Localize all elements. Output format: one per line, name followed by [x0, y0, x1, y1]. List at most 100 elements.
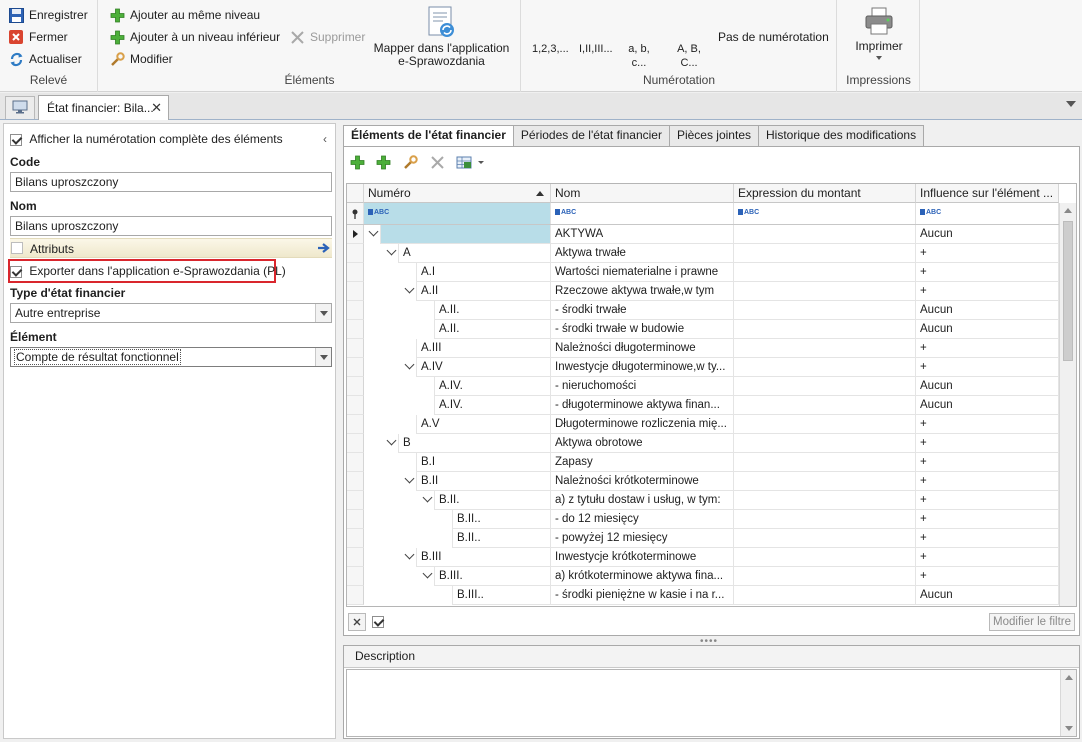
- column-header-expression[interactable]: Expression du montant: [734, 184, 916, 203]
- export-grid-tool[interactable]: [456, 154, 486, 170]
- numbering-uppercase-button[interactable]: A, B, C...: [676, 42, 702, 70]
- row-indicator[interactable]: [347, 491, 364, 510]
- grid-vertical-scrollbar[interactable]: [1059, 203, 1076, 606]
- tab-list-dropdown-icon[interactable]: [1066, 101, 1076, 107]
- tree-row[interactable]: B.III.. - środki pieniężne w kasie i na r…: [347, 586, 1059, 605]
- close-tab-icon[interactable]: ✕: [151, 100, 162, 116]
- expand-chevron-icon[interactable]: [404, 283, 415, 294]
- save-button[interactable]: Enregistrer: [8, 5, 88, 25]
- row-indicator[interactable]: [347, 339, 364, 358]
- tree-row[interactable]: A.V Długoterminowe rozliczenia mię... +: [347, 415, 1059, 434]
- tree-row[interactable]: A Aktywa trwałe +: [347, 244, 1059, 263]
- row-indicator[interactable]: [347, 244, 364, 263]
- tree-row[interactable]: A.II. - środki trwałe Aucun: [347, 301, 1059, 320]
- tree-row[interactable]: B.I Zapasy +: [347, 453, 1059, 472]
- tree-row[interactable]: B.II.. - do 12 miesięcy +: [347, 510, 1059, 529]
- tab-periods[interactable]: Périodes de l'état financier: [512, 125, 670, 146]
- export-esprawozdania-checkbox[interactable]: [10, 265, 22, 278]
- add-lower-level-tool[interactable]: [375, 154, 391, 170]
- show-full-numbering-row[interactable]: Afficher la numérotation complète des él…: [10, 132, 283, 146]
- modify-filter-button[interactable]: Modifier le filtre: [989, 613, 1075, 631]
- show-full-numbering-checkbox[interactable]: [10, 133, 22, 146]
- tree-row[interactable]: B.II Należności krótkoterminowe +: [347, 472, 1059, 491]
- expand-chevron-icon[interactable]: [368, 226, 379, 237]
- row-indicator[interactable]: [347, 320, 364, 339]
- scroll-up-icon[interactable]: [1065, 675, 1073, 680]
- print-button[interactable]: Imprimer: [844, 6, 914, 60]
- tree-row[interactable]: B.III. a) krótkoterminowe aktywa fina... +: [347, 567, 1059, 586]
- close-button[interactable]: Fermer: [8, 27, 68, 47]
- column-header-numero[interactable]: Numéro: [364, 184, 551, 203]
- map-esprawozdania-button[interactable]: Mapper dans l'application e-Sprawozdania: [369, 6, 514, 68]
- name-field[interactable]: Bilans uproszczony: [10, 216, 332, 236]
- tree-row[interactable]: B Aktywa obrotowe +: [347, 434, 1059, 453]
- element-select[interactable]: Compte de résultat fonctionnel: [10, 347, 332, 367]
- tree-row[interactable]: A.II Rzeczowe aktywa trwałe,w tym +: [347, 282, 1059, 301]
- filter-nom[interactable]: ABC: [551, 203, 734, 224]
- row-indicator[interactable]: [347, 396, 364, 415]
- tree-row[interactable]: A.II. - środki trwałe w budowie Aucun: [347, 320, 1059, 339]
- numbering-lowercase-button[interactable]: a, b, c...: [626, 42, 652, 70]
- scroll-thumb[interactable]: [1063, 221, 1073, 361]
- add-lower-level-button[interactable]: Ajouter à un niveau inférieur: [109, 27, 280, 47]
- row-indicator[interactable]: [347, 225, 364, 244]
- collapse-panel-icon[interactable]: ‹: [323, 132, 327, 146]
- code-field[interactable]: Bilans uproszczony: [10, 172, 332, 192]
- tree-row[interactable]: A.IV. - długoterminowe aktywa finan... Auc…: [347, 396, 1059, 415]
- column-header-nom[interactable]: Nom: [551, 184, 734, 203]
- expand-chevron-icon[interactable]: [386, 435, 397, 446]
- chevron-down-icon[interactable]: [315, 304, 331, 322]
- row-indicator[interactable]: [347, 548, 364, 567]
- scroll-down-icon[interactable]: [1065, 726, 1073, 731]
- tab-attachments[interactable]: Pièces jointes: [668, 125, 759, 146]
- tree-row[interactable]: A.III Należności długoterminowe +: [347, 339, 1059, 358]
- row-indicator[interactable]: [347, 567, 364, 586]
- arrow-right-icon[interactable]: [317, 241, 331, 258]
- expand-chevron-icon[interactable]: [386, 245, 397, 256]
- row-indicator[interactable]: [347, 434, 364, 453]
- row-indicator[interactable]: [347, 358, 364, 377]
- modify-tool[interactable]: [402, 154, 418, 170]
- add-same-level-button[interactable]: Ajouter au même niveau: [109, 5, 260, 25]
- add-same-level-tool[interactable]: [349, 154, 365, 170]
- row-indicator[interactable]: [347, 453, 364, 472]
- row-indicator[interactable]: [347, 377, 364, 396]
- row-indicator[interactable]: [347, 586, 364, 605]
- expand-chevron-icon[interactable]: [422, 568, 433, 579]
- tree-row[interactable]: A.IV. - nieruchomości Aucun: [347, 377, 1059, 396]
- row-indicator[interactable]: [347, 472, 364, 491]
- tab-elements[interactable]: Éléments de l'état financier: [343, 125, 514, 147]
- attributes-bar[interactable]: Attributs: [10, 238, 332, 258]
- tree-row[interactable]: A.IV Inwestycje długoterminowe,w ty... +: [347, 358, 1059, 377]
- clear-filter-button[interactable]: [348, 613, 366, 631]
- row-indicator[interactable]: [347, 263, 364, 282]
- numbering-arabic-button[interactable]: 1,2,3,...: [532, 42, 569, 56]
- row-indicator[interactable]: [347, 529, 364, 548]
- statement-type-select[interactable]: Autre entreprise: [10, 303, 332, 323]
- tree-row[interactable]: A.I Wartości niematerialne i prawne +: [347, 263, 1059, 282]
- modify-button[interactable]: Modifier: [109, 49, 173, 69]
- attributes-checkbox[interactable]: [11, 242, 23, 254]
- row-indicator[interactable]: [347, 510, 364, 529]
- desktop-tab[interactable]: [5, 96, 35, 119]
- numbering-roman-button[interactable]: I,II,III...: [579, 42, 613, 56]
- filter-influence[interactable]: ABC: [916, 203, 1059, 224]
- expand-chevron-icon[interactable]: [404, 473, 415, 484]
- tree-row[interactable]: B.III Inwestycje krótkoterminowe +: [347, 548, 1059, 567]
- delete-button[interactable]: Supprimer: [289, 27, 365, 47]
- scroll-up-icon[interactable]: [1064, 208, 1072, 213]
- row-indicator[interactable]: [347, 282, 364, 301]
- row-indicator[interactable]: [347, 301, 364, 320]
- column-header-influence[interactable]: Influence sur l'élément ...: [916, 184, 1059, 203]
- expand-chevron-icon[interactable]: [404, 549, 415, 560]
- filter-numero[interactable]: ABC: [364, 203, 551, 224]
- chevron-down-icon[interactable]: [315, 348, 331, 366]
- expand-chevron-icon[interactable]: [404, 359, 415, 370]
- no-numbering-button[interactable]: Pas de numérotation: [718, 30, 829, 44]
- tree-row[interactable]: B.II.. - powyżej 12 miesięcy +: [347, 529, 1059, 548]
- filter-expression[interactable]: ABC: [734, 203, 916, 224]
- description-textarea[interactable]: [346, 669, 1077, 737]
- export-esprawozdania-row[interactable]: Exporter dans l'application e-Sprawozdan…: [10, 264, 286, 278]
- description-scrollbar[interactable]: [1060, 670, 1076, 736]
- refresh-button[interactable]: Actualiser: [8, 49, 82, 69]
